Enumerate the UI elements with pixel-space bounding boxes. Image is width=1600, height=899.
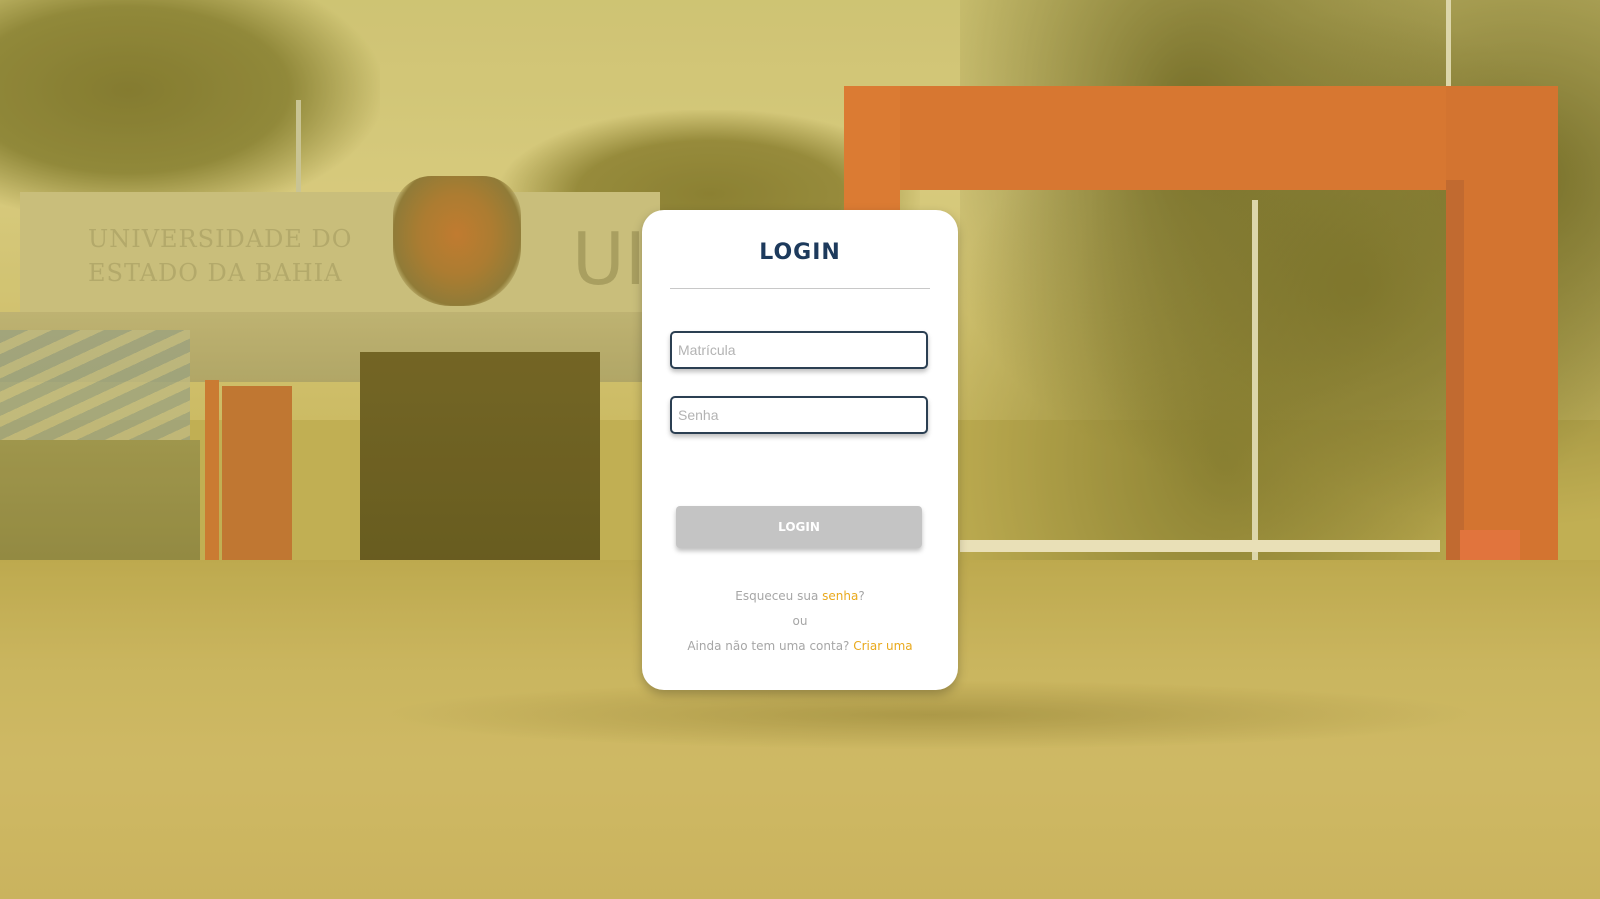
forgot-password-line: Esqueceu sua senha?	[642, 584, 958, 609]
signup-prefix: Ainda não tem uma conta?	[687, 639, 854, 653]
forgot-password-link[interactable]: senha	[822, 589, 858, 603]
login-title: LOGIN	[759, 240, 841, 265]
login-page: UNIVERSIDADE DO ESTADO DA BAHIA UI LOGIN…	[0, 0, 1600, 899]
matricula-input[interactable]	[670, 331, 928, 369]
title-divider	[670, 288, 930, 289]
account-links: Esqueceu sua senha? ou Ainda não tem uma…	[642, 584, 958, 659]
forgot-password-suffix: ?	[858, 589, 865, 603]
or-separator: ou	[792, 614, 808, 628]
signup-line: Ainda não tem uma conta? Criar uma	[642, 634, 958, 659]
forgot-password-prefix: Esqueceu sua	[735, 589, 823, 603]
senha-input[interactable]	[670, 396, 928, 434]
create-account-link[interactable]: Criar uma	[853, 639, 912, 653]
login-card: LOGIN LOGIN Esqueceu sua senha? ou Ainda…	[642, 210, 958, 690]
login-button[interactable]: LOGIN	[676, 506, 922, 548]
